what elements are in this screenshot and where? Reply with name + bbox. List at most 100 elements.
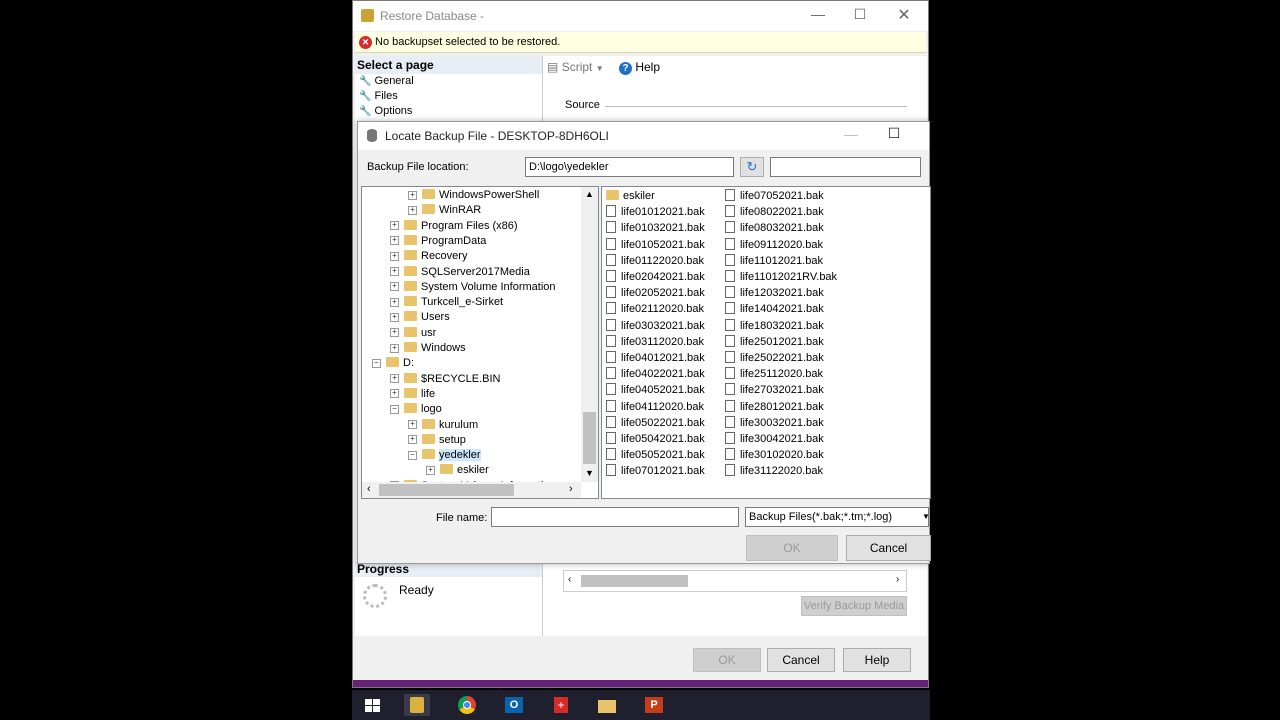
tree-node[interactable]: + System Volume Information: [390, 280, 556, 295]
tree-vertical-scrollbar[interactable]: ▲ ▼: [581, 187, 598, 482]
tree-node[interactable]: + usr: [390, 326, 436, 341]
minimize-icon[interactable]: —: [836, 126, 866, 142]
tree-node[interactable]: + setup: [408, 433, 466, 448]
locate-ok-button[interactable]: OK: [746, 535, 838, 561]
file-item[interactable]: life02052021.bak: [606, 285, 705, 301]
file-item[interactable]: life04112020.bak: [606, 399, 704, 415]
tree-node[interactable]: + Program Files (x86): [390, 219, 518, 234]
file-item[interactable]: life31122020.bak: [725, 463, 823, 479]
help-toolbar-button[interactable]: ? Help: [619, 60, 660, 75]
file-item[interactable]: life01012021.bak: [606, 204, 705, 220]
file-item[interactable]: life25022021.bak: [725, 350, 824, 366]
filter-search-input[interactable]: [770, 157, 921, 177]
expand-icon[interactable]: +: [390, 251, 399, 261]
tree-node[interactable]: + Turkcell_e-Sirket: [390, 295, 503, 310]
file-list[interactable]: eskiler life01012021.bak life01032021.bak l…: [601, 186, 931, 499]
file-item[interactable]: life07052021.bak: [725, 188, 824, 204]
file-item[interactable]: life18032021.bak: [725, 318, 824, 334]
expand-icon[interactable]: +: [390, 221, 399, 231]
tree-node[interactable]: − yedekler: [408, 448, 481, 463]
scroll-right-icon[interactable]: ›: [896, 574, 899, 585]
refresh-button[interactable]: ↻: [740, 157, 764, 177]
file-item[interactable]: life04052021.bak: [606, 382, 705, 398]
expand-icon[interactable]: +: [390, 312, 399, 322]
page-options[interactable]: 🔧 Options: [359, 105, 412, 117]
expand-icon[interactable]: +: [408, 435, 417, 445]
scroll-left-icon[interactable]: ‹: [367, 483, 371, 495]
file-item[interactable]: life25112020.bak: [725, 366, 823, 382]
scroll-right-icon[interactable]: ›: [569, 483, 573, 495]
tree-node[interactable]: + Recovery: [390, 249, 467, 264]
maximize-icon[interactable]: ☐: [845, 6, 875, 23]
script-button[interactable]: ▤ Script ▼: [547, 60, 604, 74]
file-item[interactable]: life02042021.bak: [606, 269, 705, 285]
file-item[interactable]: life25012021.bak: [725, 334, 824, 350]
collapse-icon[interactable]: −: [408, 450, 417, 460]
file-item[interactable]: life04012021.bak: [606, 350, 705, 366]
tree-node[interactable]: − D:: [372, 356, 414, 371]
file-item[interactable]: life05042021.bak: [606, 431, 705, 447]
ssms-taskbar-icon[interactable]: [404, 694, 430, 716]
collapse-icon[interactable]: −: [390, 404, 399, 414]
chrome-icon[interactable]: [454, 694, 480, 716]
tree-node[interactable]: + Users: [390, 310, 450, 325]
red-app-icon[interactable]: +: [548, 694, 574, 716]
restore-help-button[interactable]: Help: [843, 648, 911, 672]
tree-node[interactable]: + life: [390, 387, 435, 402]
location-input[interactable]: D:\logo\yedekler: [525, 157, 734, 177]
file-item[interactable]: life08022021.bak: [725, 204, 824, 220]
horizontal-scroll-thumb[interactable]: [581, 575, 688, 587]
expand-icon[interactable]: +: [408, 190, 417, 200]
tree-node[interactable]: + ProgramData: [390, 234, 486, 249]
locate-cancel-button[interactable]: Cancel: [846, 535, 931, 561]
tree-node[interactable]: + kurulum: [408, 418, 478, 433]
expand-icon[interactable]: +: [390, 328, 399, 338]
windows-start-icon[interactable]: [360, 694, 386, 716]
file-item[interactable]: life30042021.bak: [725, 431, 824, 447]
file-item[interactable]: life05052021.bak: [606, 447, 705, 463]
file-item[interactable]: life07012021.bak: [606, 463, 705, 479]
file-item[interactable]: life03032021.bak: [606, 318, 705, 334]
file-item[interactable]: life05022021.bak: [606, 415, 705, 431]
tree-node[interactable]: − logo: [390, 402, 442, 417]
verify-backup-media-button[interactable]: Verify Backup Media: [801, 596, 907, 616]
expand-icon[interactable]: +: [390, 236, 399, 246]
file-item[interactable]: life11012021RV.bak: [725, 269, 837, 285]
expand-icon[interactable]: +: [408, 420, 417, 430]
expand-icon[interactable]: +: [390, 297, 399, 307]
expand-icon[interactable]: +: [390, 389, 399, 399]
expand-icon[interactable]: +: [426, 465, 435, 475]
outlook-icon[interactable]: O: [501, 694, 527, 716]
file-item[interactable]: life01052021.bak: [606, 237, 705, 253]
tree-node[interactable]: + eskiler: [426, 463, 489, 478]
file-item[interactable]: life11012021.bak: [725, 253, 823, 269]
tree-node[interactable]: + Windows: [390, 341, 466, 356]
expand-icon[interactable]: +: [408, 205, 417, 215]
file-item[interactable]: life04022021.bak: [606, 366, 705, 382]
scroll-down-icon[interactable]: ▼: [585, 468, 594, 478]
expand-icon[interactable]: +: [390, 282, 399, 292]
expand-icon[interactable]: +: [390, 343, 399, 353]
restore-ok-button[interactable]: OK: [693, 648, 761, 672]
tree-horizontal-scrollbar[interactable]: ‹ ›: [362, 482, 581, 498]
tree-node[interactable]: + SQLServer2017Media: [390, 265, 530, 280]
maximize-icon[interactable]: ☐: [879, 125, 909, 142]
page-general[interactable]: 🔧 General: [359, 75, 414, 87]
file-item[interactable]: life03112020.bak: [606, 334, 704, 350]
minimize-icon[interactable]: —: [803, 6, 833, 22]
file-item[interactable]: life08032021.bak: [725, 220, 824, 236]
file-item[interactable]: life12032021.bak: [725, 285, 824, 301]
file-item[interactable]: life01032021.bak: [606, 220, 705, 236]
backupsets-grid[interactable]: ‹ ›: [563, 570, 907, 592]
file-type-select[interactable]: Backup Files(*.bak;*.tm;*.log) ▼: [745, 507, 930, 527]
file-item[interactable]: life30102020.bak: [725, 447, 824, 463]
close-icon[interactable]: ✕: [889, 5, 919, 25]
tree-scroll-thumb[interactable]: [583, 412, 596, 464]
file-item[interactable]: life30032021.bak: [725, 415, 824, 431]
tree-hscroll-thumb[interactable]: [379, 484, 514, 496]
file-item[interactable]: life27032021.bak: [725, 382, 824, 398]
restore-cancel-button[interactable]: Cancel: [767, 648, 835, 672]
file-item[interactable]: life14042021.bak: [725, 301, 824, 317]
tree-node[interactable]: + $RECYCLE.BIN: [390, 372, 500, 387]
tree-node[interactable]: + WindowsPowerShell: [408, 188, 539, 203]
